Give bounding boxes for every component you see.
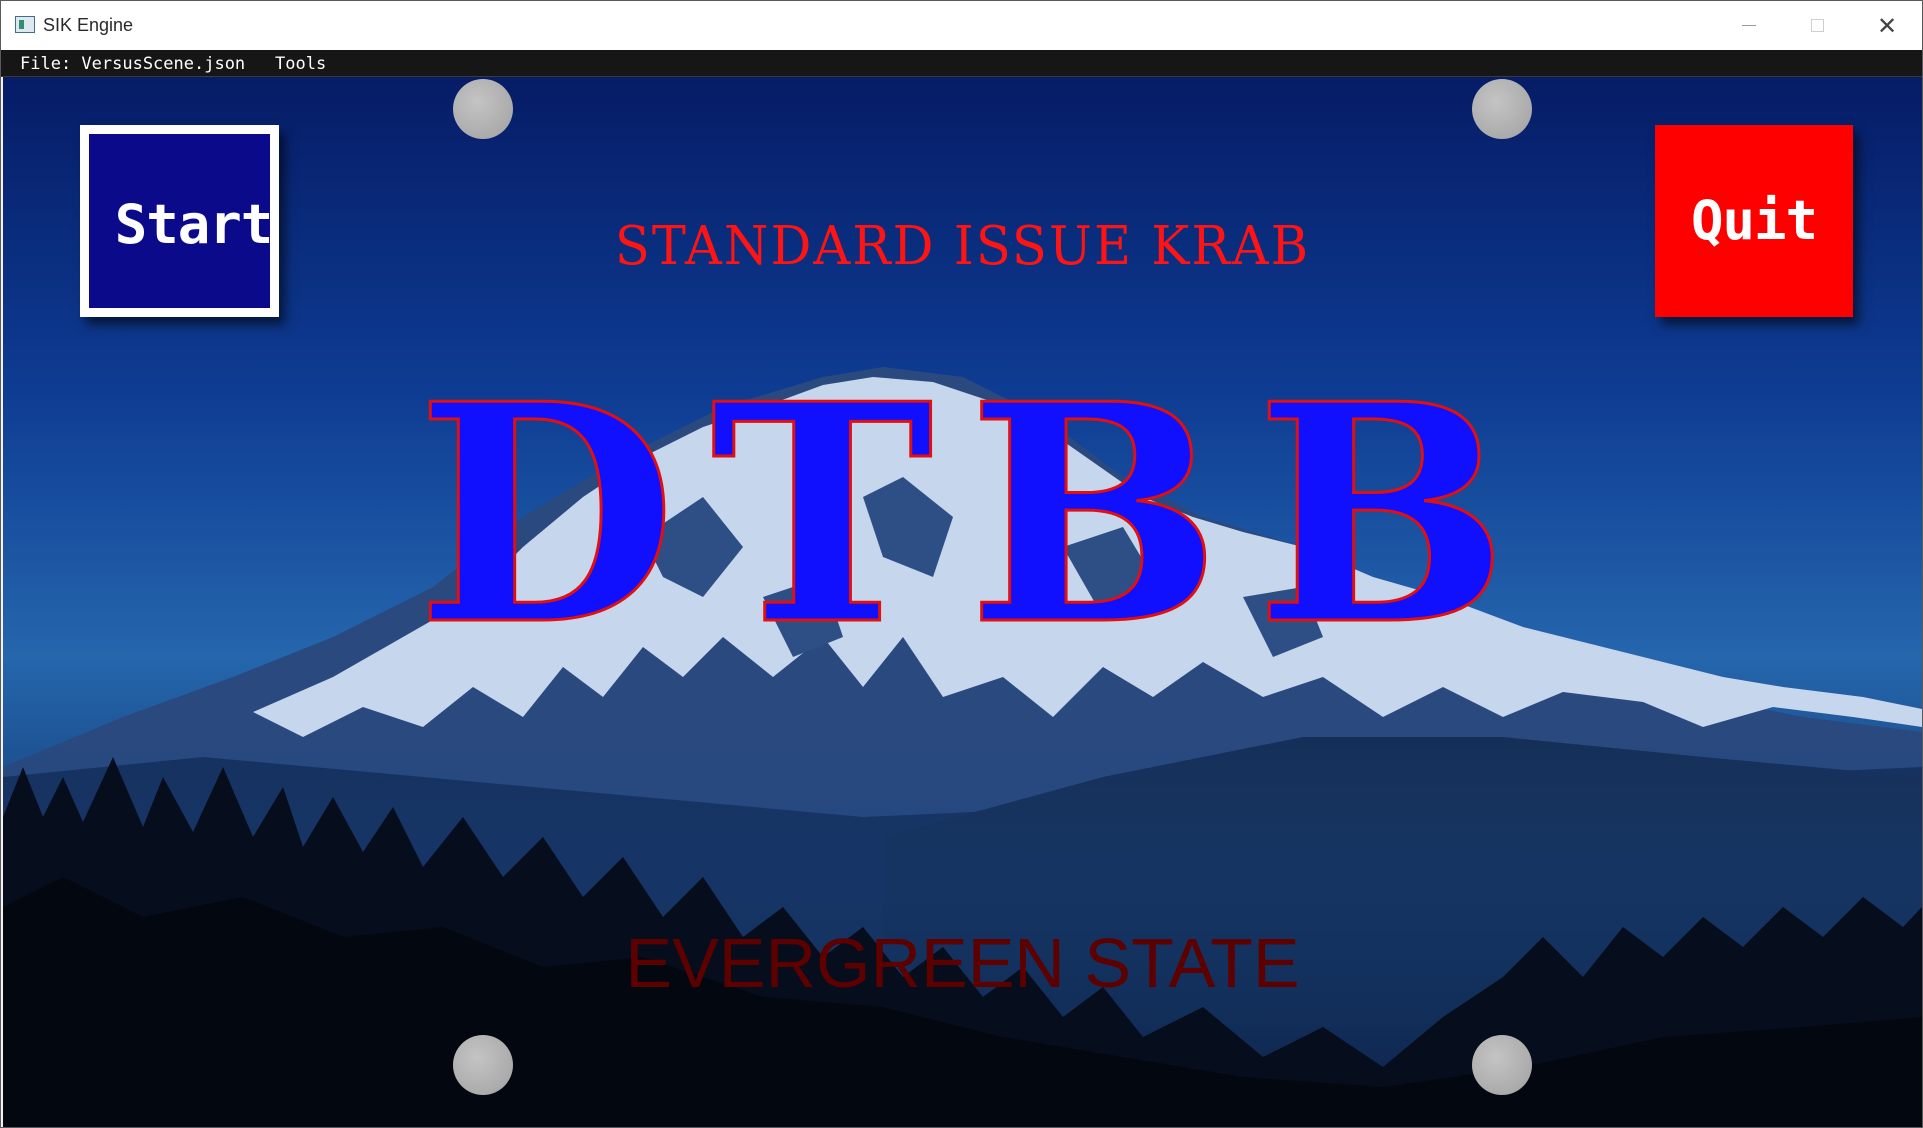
app-window-icon (15, 16, 35, 33)
close-icon: ✕ (1876, 11, 1898, 40)
close-button[interactable]: ✕ (1853, 1, 1921, 50)
menu-bar: File: VersusScene.json Tools (1, 50, 1922, 77)
title-bar[interactable]: SIK Engine ✕ (1, 1, 1922, 50)
app-window: SIK Engine ✕ File: VersusScene.json Tool… (0, 0, 1923, 1128)
plate-bolt-top-right (1472, 79, 1532, 139)
minimize-icon (1742, 25, 1756, 26)
plate-bolt-bottom-left (453, 1035, 513, 1095)
plate-number: DTBB (415, 338, 1543, 691)
plate-bolt-bottom-right (1472, 1035, 1532, 1095)
plate-bolt-top-left (453, 79, 513, 139)
menu-tools[interactable]: Tools (275, 54, 326, 74)
maximize-button[interactable] (1783, 1, 1851, 50)
window-title: SIK Engine (43, 15, 134, 35)
minimize-button[interactable] (1715, 1, 1783, 50)
plate-subtitle: STANDARD ISSUE KRAB (614, 215, 1311, 278)
game-scene: Start Quit STANDARD ISSUE KRAB DTBB EVER… (3, 77, 1922, 1127)
menu-file[interactable]: File: VersusScene.json (20, 54, 245, 74)
plate-state: EVERGREEN STATE (625, 924, 1300, 1002)
maximize-icon (1810, 19, 1824, 32)
